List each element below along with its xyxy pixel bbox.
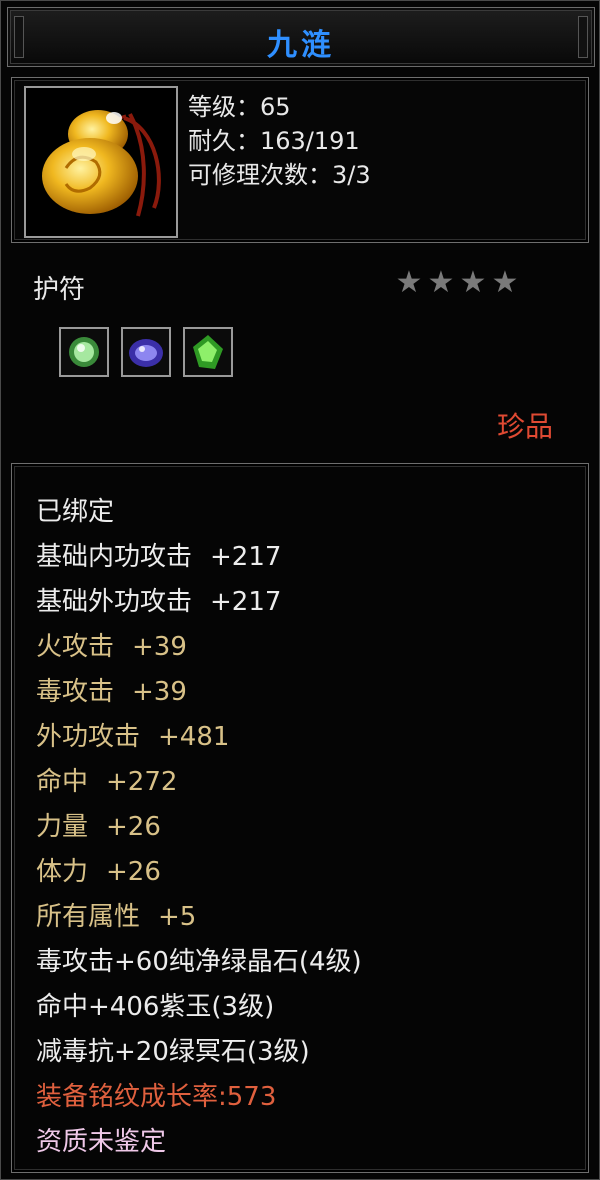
attribute-list: 已绑定基础内功攻击 +217 基础外功攻击 +217 火攻击 +39 毒攻击 +39 外功攻击 +… — [36, 490, 362, 1165]
attribute-row: 命中 +272 — [36, 760, 362, 805]
attribute-value: +217 — [210, 542, 282, 572]
attribute-row: 力量 +26 — [36, 805, 362, 850]
star-rating: ★ ★ ★ ★ — [393, 265, 521, 300]
attribute-row: 已绑定 — [36, 490, 362, 535]
attribute-name: 资质未鉴定 — [36, 1127, 167, 1157]
durability-label: 耐久： — [188, 127, 260, 155]
attribute-name: 火攻击 — [36, 632, 115, 662]
item-type: 护符 — [33, 275, 86, 305]
item-name: 九涟 — [267, 28, 335, 63]
attribute-row: 命中+406紫玉(3级) — [36, 985, 362, 1030]
attribute-value: +5 — [158, 902, 197, 932]
durability-value: 163/191 — [260, 127, 360, 155]
purple-jade-gem-icon[interactable] — [121, 327, 171, 377]
attribute-row: 外功攻击 +481 — [36, 715, 362, 760]
green-crystal-gem-icon[interactable] — [59, 327, 109, 377]
attribute-row: 体力 +26 — [36, 850, 362, 895]
attribute-row: 减毒抗+20绿冥石(3级) — [36, 1030, 362, 1075]
attribute-name: 已绑定 — [36, 497, 115, 527]
attribute-value: +272 — [106, 767, 178, 797]
star-icon: ★ — [459, 265, 487, 300]
repair-count-label: 可修理次数： — [188, 161, 332, 189]
item-stats: 等级：65 耐久：163/191 可修理次数：3/3 — [188, 90, 371, 192]
repair-count-value: 3/3 — [332, 161, 371, 189]
attribute-row: 资质未鉴定 — [36, 1120, 362, 1165]
attribute-name: 基础内功攻击 — [36, 542, 193, 572]
level-value: 65 — [260, 93, 291, 121]
attribute-value: +26 — [106, 812, 161, 842]
level-label: 等级： — [188, 93, 260, 121]
attribute-name: 体力 — [36, 857, 89, 887]
attribute-name: 装备铭纹成长率:573 — [36, 1082, 277, 1112]
attribute-row: 毒攻击 +39 — [36, 670, 362, 715]
attribute-row: 基础外功攻击 +217 — [36, 580, 362, 625]
attribute-value: +217 — [210, 587, 282, 617]
star-icon: ★ — [427, 265, 455, 300]
attribute-value: +481 — [158, 722, 230, 752]
level-row: 等级：65 — [188, 90, 371, 124]
durability-row: 耐久：163/191 — [188, 124, 371, 158]
item-icon-frame — [24, 86, 178, 238]
attribute-row: 装备铭纹成长率:573 — [36, 1075, 362, 1120]
attribute-name: 外功攻击 — [36, 722, 141, 752]
rarity-label: 珍品 — [496, 410, 553, 443]
attribute-row: 所有属性 +5 — [36, 895, 362, 940]
attribute-name: 减毒抗+20绿冥石(3级) — [36, 1037, 310, 1067]
attribute-name: 毒攻击 — [36, 677, 115, 707]
title-bar: 九涟 — [7, 7, 595, 67]
attributes-panel: 已绑定基础内功攻击 +217 基础外功攻击 +217 火攻击 +39 毒攻击 +39 外功攻击 +… — [11, 463, 589, 1173]
star-icon: ★ — [395, 265, 423, 300]
green-stone-gem-icon[interactable] — [183, 327, 233, 377]
repair-count-row: 可修理次数：3/3 — [188, 158, 371, 192]
attribute-name: 基础外功攻击 — [36, 587, 193, 617]
star-icon: ★ — [491, 265, 519, 300]
attribute-name: 命中+406紫玉(3级) — [36, 992, 275, 1022]
attribute-name: 所有属性 — [36, 902, 141, 932]
attribute-name: 命中 — [36, 767, 89, 797]
attribute-value: +26 — [106, 857, 161, 887]
attribute-name: 力量 — [36, 812, 89, 842]
item-header-panel: 等级：65 耐久：163/191 可修理次数：3/3 — [11, 77, 589, 243]
yellow-jade-amulet-icon — [42, 110, 161, 217]
item-tooltip: 九涟 等级：65 耐久：163/191 可修理次数：3/3 护符 ★ ★ ★ ★… — [0, 0, 600, 1180]
attribute-value: +39 — [132, 632, 187, 662]
attribute-value: +39 — [132, 677, 187, 707]
attribute-row: 毒攻击+60纯净绿晶石(4级) — [36, 940, 362, 985]
attribute-row: 火攻击 +39 — [36, 625, 362, 670]
attribute-name: 毒攻击+60纯净绿晶石(4级) — [36, 947, 362, 977]
attribute-row: 基础内功攻击 +217 — [36, 535, 362, 580]
